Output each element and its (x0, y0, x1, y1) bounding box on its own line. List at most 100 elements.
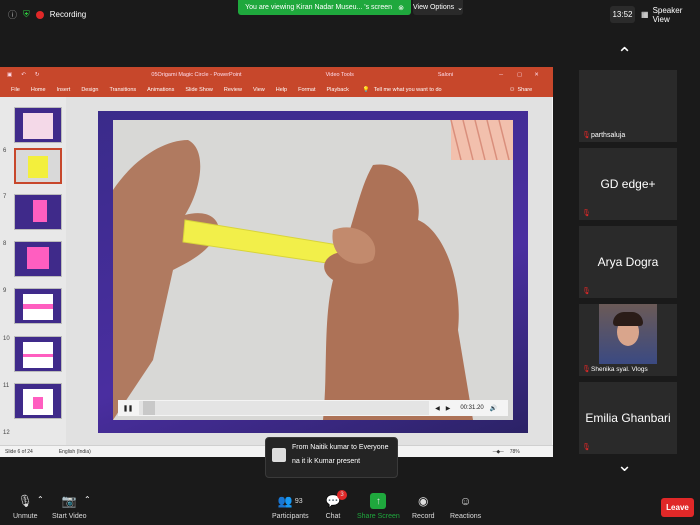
record-button[interactable]: ◉ Record (412, 493, 435, 520)
scroll-up-icon[interactable]: ⌃ (617, 44, 632, 65)
slide-thumbnail[interactable] (14, 194, 62, 230)
share-icon: ⚇ (509, 86, 515, 93)
embedded-video[interactable] (113, 120, 513, 420)
video-options-chevron-icon[interactable]: ⌃ (84, 495, 91, 504)
minimize-icon[interactable]: ─ (499, 72, 503, 78)
slide-number: 11 (3, 383, 10, 389)
shield-icon[interactable]: ⛨ (23, 9, 30, 20)
participant-tile[interactable]: 🎙 parthsaluja (579, 70, 677, 142)
slide-thumbnail[interactable] (14, 336, 62, 372)
redo-icon[interactable]: ↻ (35, 72, 40, 78)
chat-label: Chat (325, 513, 341, 520)
share-button[interactable]: Share (518, 87, 533, 93)
muted-mic-icon: 🎙 (582, 132, 591, 139)
participant-tile[interactable]: GD edge+ 🎙 (579, 148, 677, 220)
slide-thumbnail-panel: 6 7 8 9 10 11 12 (0, 97, 66, 445)
chat-button[interactable]: 💬 3 Chat (325, 490, 347, 520)
viewing-banner-text: You are viewing Kiran Nadar Museu... 's … (245, 4, 393, 11)
menu-design[interactable]: Design (81, 87, 98, 93)
participants-button[interactable]: 👥 93 Participants (272, 493, 309, 520)
participant-display-name: GD edge+ (600, 177, 656, 191)
menu-view[interactable]: View (253, 87, 265, 93)
slide-thumbnail[interactable] (14, 288, 62, 324)
slide-number: 10 (3, 336, 10, 342)
participant-tile[interactable]: Arya Dogra 🎙 (579, 226, 677, 298)
reactions-button[interactable]: ☺ Reactions (450, 493, 481, 520)
reactions-icon: ☺ (459, 494, 472, 508)
record-label: Record (412, 513, 435, 520)
chat-icon: 💬 3 (325, 490, 347, 509)
save-icon[interactable]: ▣ (7, 72, 12, 78)
recording-label: Recording (49, 10, 87, 19)
participant-tile[interactable]: 🎙 Shenika syal. Vlogs (579, 304, 677, 376)
pause-icon[interactable]: ❚❚ (123, 405, 133, 412)
menu-home[interactable]: Home (31, 87, 46, 93)
speaker-view-button[interactable]: ▦ Speaker View (641, 6, 700, 24)
scroll-down-icon[interactable]: ⌄ (617, 455, 632, 476)
muted-mic-icon: 🎙 (582, 288, 591, 295)
unmute-button[interactable]: 🎙 Unmute (13, 493, 38, 520)
unmute-label: Unmute (13, 513, 38, 520)
menu-animations[interactable]: Animations (147, 87, 174, 93)
reactions-label: Reactions (450, 513, 482, 520)
chevron-down-icon: ⌄ (457, 4, 463, 12)
slide-thumbnail[interactable] (14, 241, 62, 277)
video-playback-bar: ❚❚ ◀ ▶ 00:31.20 🔊 (118, 400, 508, 416)
volume-icon[interactable]: 🔊 (490, 405, 497, 412)
video-off-icon: 📷 (61, 494, 77, 508)
grid-icon: ▦ (641, 10, 649, 19)
undo-icon[interactable]: ↶ (21, 72, 26, 78)
clock: 13:52 (610, 6, 635, 23)
menu-help[interactable]: Help (276, 87, 287, 93)
menu-file[interactable]: File (11, 87, 20, 93)
audio-options-chevron-icon[interactable]: ⌃ (37, 495, 44, 504)
muted-mic-icon: 🎙 (582, 210, 591, 217)
step-forward-icon[interactable]: ▶ (446, 405, 451, 412)
video-frame-hands-folding-paper (113, 120, 513, 420)
menu-insert[interactable]: Insert (57, 87, 71, 93)
menu-format[interactable]: Format (298, 87, 315, 93)
meeting-toolbar: 🎙 Unmute ⌃ 📷 Start Video ⌃ 👥 93 Participa… (0, 487, 700, 525)
muted-mic-icon: 🎙 (582, 444, 591, 451)
slide-thumbnail[interactable] (14, 383, 62, 419)
zoom-slider[interactable]: ─◆─ (493, 449, 504, 455)
slide-thumbnail-selected[interactable] (14, 148, 62, 184)
menu-transitions[interactable]: Transitions (109, 87, 136, 93)
menu-slide-show[interactable]: Slide Show (185, 87, 213, 93)
seek-thumb[interactable] (143, 401, 156, 415)
video-time: 00:31.20 (460, 405, 484, 411)
leave-button[interactable]: Leave (661, 498, 694, 517)
user-name: Saloni (437, 71, 454, 78)
ppt-title-bar: ▣ ↶ ↻ 05Origami Magic Circle - PowerPoin… (0, 67, 553, 82)
step-back-icon[interactable]: ◀ (435, 405, 440, 412)
maximize-icon[interactable]: ▢ (517, 72, 522, 78)
info-icon[interactable]: ⓘ (8, 8, 17, 21)
menu-review[interactable]: Review (224, 87, 242, 93)
share-screen-button[interactable]: ↑ Share Screen (357, 493, 400, 520)
zoom-level: 78% (509, 448, 520, 455)
menu-playback[interactable]: Playback (327, 87, 349, 93)
tell-me-input[interactable]: Tell me what you want to do (374, 87, 442, 93)
view-options-button[interactable]: View Options ⌄ (413, 0, 463, 15)
start-video-button[interactable]: 📷 Start Video (52, 493, 87, 520)
slide-number: 12 (3, 430, 10, 436)
language: English (India) (58, 448, 91, 455)
participant-tile[interactable]: Emilia Ghanbari 🎙 (579, 382, 677, 454)
seek-bar[interactable] (139, 401, 430, 415)
muted-mic-icon: 🎙 (582, 366, 591, 373)
participants-label: Participants (272, 513, 309, 520)
participant-name: parthsaluja (591, 132, 626, 139)
slide-number: 8 (3, 241, 7, 247)
window-close-icon[interactable]: ✕ (534, 72, 539, 78)
meeting-top-bar: ⓘ ⛨ Recording You are viewing Kiran Nada… (0, 0, 700, 30)
chat-message: na it ik Kumar present (292, 458, 361, 465)
record-icon: ◉ (418, 494, 429, 508)
slide-thumbnail[interactable] (14, 107, 62, 143)
ppt-title: 05Origami Magic Circle - PowerPoint (151, 71, 242, 78)
close-icon[interactable]: ⊗ (398, 4, 404, 12)
participant-display-name: Emilia Ghanbari (585, 411, 671, 425)
slide-count: Slide 6 of 24 (5, 448, 33, 455)
viewing-banner: You are viewing Kiran Nadar Museu... 's … (238, 0, 411, 15)
chat-notification[interactable]: From Naitik kumar to Everyone na it ik K… (265, 437, 398, 478)
chat-badge: 3 (337, 490, 347, 500)
